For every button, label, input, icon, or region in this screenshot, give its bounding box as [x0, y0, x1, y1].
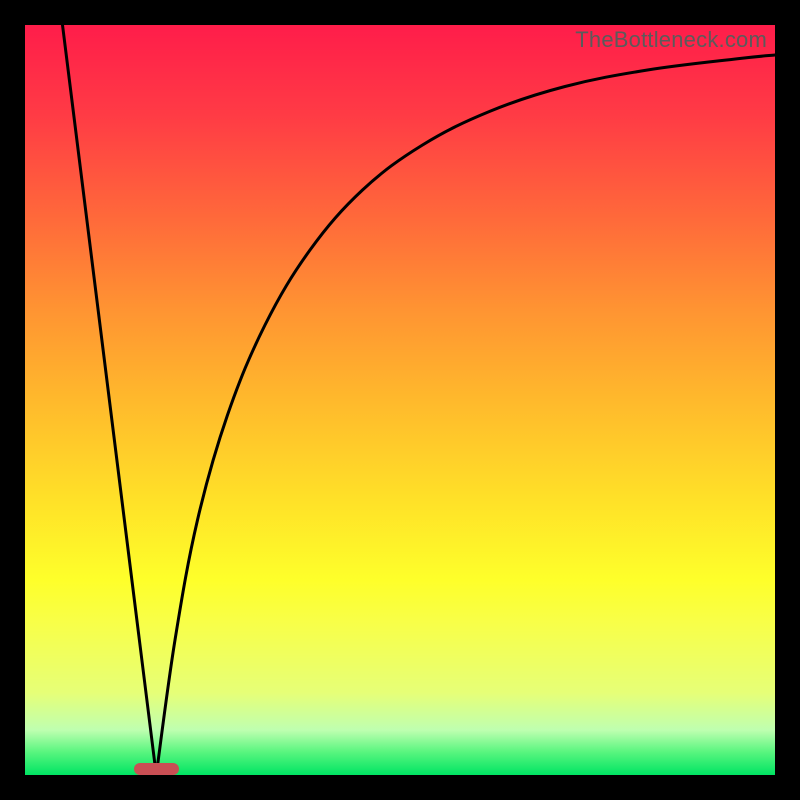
plot-area: TheBottleneck.com [25, 25, 775, 775]
chart-frame: TheBottleneck.com [0, 0, 800, 800]
min-marker [134, 763, 179, 775]
series-right-curve [156, 55, 775, 775]
chart-lines [25, 25, 775, 775]
series-left-v [63, 25, 157, 775]
